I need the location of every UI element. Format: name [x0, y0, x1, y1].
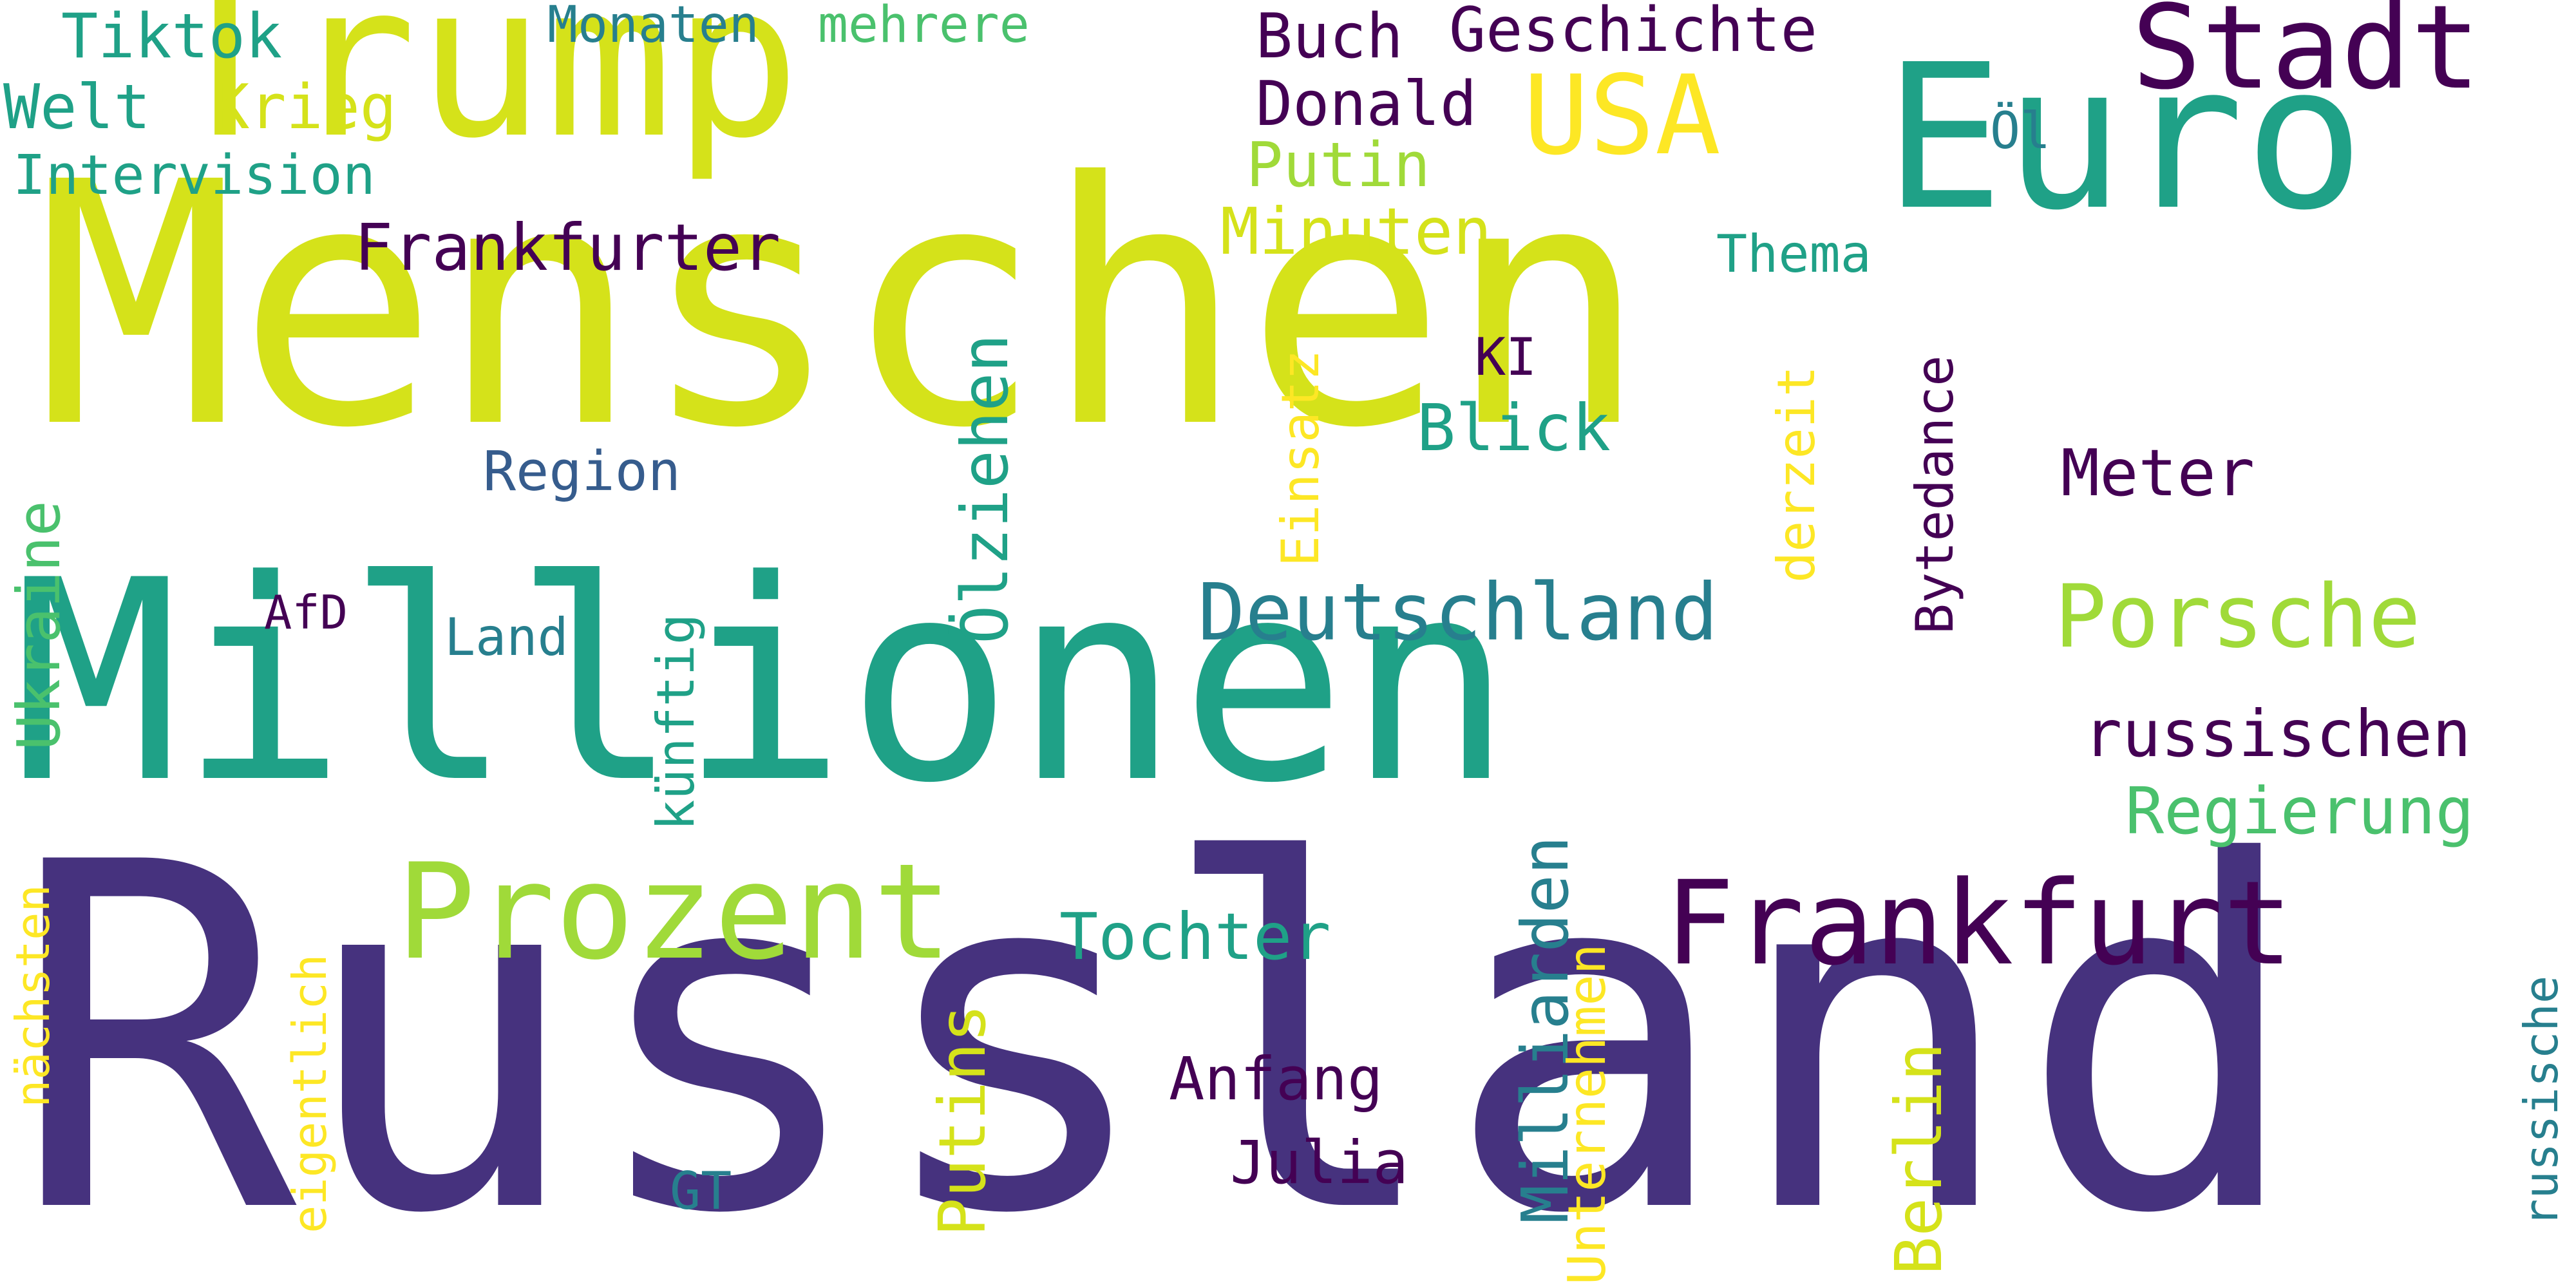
word-thema: Thema	[1716, 224, 1871, 284]
word-julia: Julia	[1230, 1128, 1408, 1197]
word-derzeit: derzeit	[1766, 365, 1826, 583]
word-krieg: Krieg	[213, 72, 397, 143]
word-ol: Öl	[1990, 102, 2050, 160]
word-kunftig: künftig	[646, 613, 706, 831]
word-region: Region	[483, 440, 681, 504]
word-tiktok: Tiktok	[61, 1, 283, 72]
word-buch: Buch	[1256, 1, 1403, 72]
word-intervision: Intervision	[13, 144, 375, 207]
word-blick: Blick	[1417, 390, 1611, 466]
word-ukraine: Ukraine	[5, 500, 73, 750]
word-afd: AfD	[264, 585, 348, 639]
word-land: Land	[444, 607, 569, 667]
word-eigentlich: eigentlich	[283, 954, 337, 1233]
word-porsche: Porsche	[2054, 566, 2421, 667]
word-olziehen: Ölziehen	[947, 334, 1023, 644]
word-ki: KI	[1475, 327, 1537, 387]
word-regierung: Regierung	[2125, 773, 2474, 849]
word-tochter: Tochter	[1059, 899, 1331, 974]
word-usa: USA	[1523, 52, 1721, 180]
word-russische: russische	[2514, 975, 2568, 1227]
word-donald: Donald	[1256, 69, 1477, 140]
word-meter: Meter	[2061, 435, 2255, 511]
word-putin: Putin	[1246, 130, 1430, 201]
word-putins: Putins	[925, 1003, 1000, 1236]
word-prozent: Prozent	[396, 836, 952, 989]
word-russischen: russischen	[2083, 696, 2472, 772]
word-frankfurt: Frankfurt	[1665, 857, 2293, 991]
word-frankfurter: Frankfurter	[354, 210, 781, 285]
word-minuten: Minuten	[1220, 194, 1492, 269]
word-bytedance: Bytedance	[1905, 355, 1965, 634]
word-einsatz: Einsatz	[1271, 349, 1331, 567]
word-anfang: Anfang	[1169, 1045, 1383, 1113]
word-deutschland: Deutschland	[1198, 567, 1718, 658]
word-geschichte: Geschichte	[1449, 0, 1817, 66]
word-unternehmen: Unternehmen	[1557, 943, 1617, 1285]
word-welt: Welt	[3, 72, 151, 143]
word-monaten: Monaten	[547, 0, 759, 54]
word-cloud: Menschen Russland Millionen Trump Euro P…	[0, 0, 2576, 1288]
word-nachsten: nächsten	[6, 884, 60, 1108]
word-berlin: Berlin	[1881, 1042, 1956, 1275]
word-mehrere: mehrere	[818, 0, 1030, 54]
word-gt: GT	[670, 1161, 732, 1221]
word-stadt: Stadt	[2132, 0, 2481, 115]
